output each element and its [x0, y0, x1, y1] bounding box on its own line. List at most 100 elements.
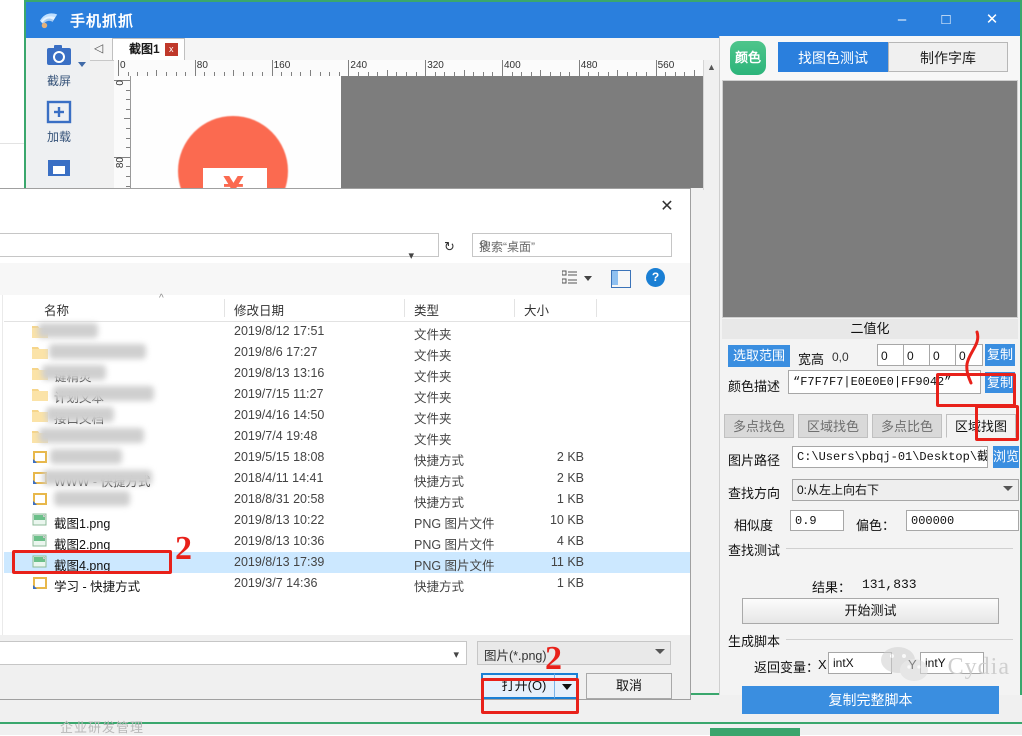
file-modified-date: 2018/4/11 14:41 [234, 471, 324, 485]
column-header: 名称 ^ 修改日期 类型 大小 [4, 293, 690, 322]
tab-multi-point-compare[interactable]: 多点比色 [872, 414, 942, 438]
color-offset-input[interactable]: 000000 [906, 510, 1019, 531]
bin-value-2[interactable]: 0 [929, 344, 957, 366]
tab-close-icon[interactable]: x [164, 43, 178, 57]
file-modified-date: 2019/5/15 18:08 [234, 450, 325, 464]
return-var-label: 返回变量： [754, 660, 820, 675]
search-input[interactable]: 搜索“桌面” ⚲ [472, 233, 672, 257]
redacted-file-name [42, 365, 106, 380]
column-header-size[interactable]: 大小 [524, 300, 549, 319]
column-divider[interactable] [404, 299, 405, 317]
close-button[interactable]: ✕ [970, 6, 1014, 34]
table-row[interactable]: 2018/8/31 20:58 快捷方式 1 KB [4, 489, 690, 510]
file-modified-date: 2019/8/13 13:16 [234, 366, 325, 380]
file-type-select[interactable]: 图片(*.png) [477, 641, 671, 665]
tab-scroll-left-icon[interactable]: ◁ [94, 41, 103, 55]
image-path-input[interactable]: C:\Users\pbqj-01\Desktop\截图 [792, 446, 988, 468]
folder-icon [32, 345, 48, 359]
search-direction-select[interactable]: 0:从左上向右下 [792, 479, 1019, 501]
chevron-down-icon[interactable] [78, 62, 86, 67]
copy-full-script-button[interactable]: 复制完整脚本 [742, 686, 999, 714]
table-row[interactable]: 2019/8/6 17:27 文件夹 [4, 342, 690, 363]
table-row[interactable]: WWW - 快捷方式2018/4/11 14:41快捷方式2 KB [4, 468, 690, 489]
search-direction-value: 0:从左上向右下 [797, 483, 880, 497]
bin-value-0[interactable]: 0 [877, 344, 905, 366]
column-divider[interactable] [224, 299, 225, 317]
app-title: 手机抓抓 [70, 13, 135, 30]
dialog-close-icon[interactable]: ✕ [652, 195, 682, 219]
table-row[interactable]: 截图2.png 2019/8/13 10:36 PNG 图片文件 4 KB [4, 531, 690, 552]
find-test-group-divider [786, 548, 1013, 549]
filename-input[interactable]: ▾ [0, 641, 467, 665]
table-row[interactable]: 2019/8/12 17:51 文件夹 [4, 321, 690, 342]
address-input[interactable]: ▾ [0, 233, 439, 262]
tab-screenshot1[interactable]: 截图1 x [112, 38, 185, 60]
tab-multi-point-color[interactable]: 多点找色 [724, 414, 794, 438]
view-mode-icon[interactable] [562, 270, 578, 286]
ruler-label: 480 [580, 60, 598, 71]
ruler-label: 560 [657, 60, 675, 71]
column-divider[interactable] [596, 299, 597, 317]
toolbar-item-screenshot[interactable]: 截屏 [28, 44, 90, 89]
chevron-down-icon[interactable]: ▾ [408, 249, 414, 262]
search-direction-label: 查找方向 [728, 486, 781, 501]
table-row[interactable]: 接口文档2019/4/16 14:50文件夹 [4, 405, 690, 426]
table-row[interactable]: 学习 - 快捷方式 2019/3/7 14:36 快捷方式 1 KB [4, 573, 690, 594]
column-header-type[interactable]: 类型 [414, 300, 439, 319]
cancel-button[interactable]: 取消 [586, 673, 672, 699]
browse-button[interactable]: 浏览 [993, 446, 1019, 468]
select-range-button[interactable]: 选取范围 [728, 345, 790, 367]
file-type: 文件夹 [414, 412, 452, 426]
color-badge[interactable]: 颜色 [730, 41, 766, 75]
ruler-minor-tick [126, 147, 130, 149]
preview-area[interactable] [722, 80, 1018, 318]
left-toolbar: 截屏 加载 [28, 38, 90, 198]
ruler-minor-tick [126, 108, 130, 110]
file-type: 文件夹 [414, 349, 452, 363]
file-type: 快捷方式 [414, 496, 465, 510]
dialog-toolbar: ? [0, 263, 690, 296]
table-row[interactable]: 键精灵2019/8/13 13:16文件夹 [4, 363, 690, 384]
title-bar: 手机抓抓 – □ ✕ [26, 2, 1020, 38]
preview-pane-icon[interactable] [611, 270, 631, 288]
file-type-value: 图片(*.png) [484, 649, 547, 663]
add-image-icon [46, 100, 72, 124]
shortcut-icon [32, 576, 48, 590]
table-row[interactable]: 计划文本2019/7/15 11:27文件夹 [4, 384, 690, 405]
tab-find-color-test[interactable]: 找图色测试 [778, 42, 888, 72]
chevron-down-icon[interactable] [584, 276, 592, 281]
ruler-label: 400 [504, 60, 521, 71]
wh-value: 0,0 [832, 350, 849, 364]
refresh-icon[interactable]: ↻ [444, 239, 455, 255]
file-modified-date: 2018/8/31 20:58 [234, 492, 325, 506]
table-row[interactable]: 2019/5/15 18:08 快捷方式 2 KB [4, 447, 690, 468]
tab-make-font-library[interactable]: 制作字库 [888, 42, 1008, 72]
column-divider[interactable] [514, 299, 515, 317]
similarity-input[interactable]: 0.9 [790, 510, 844, 531]
column-header-name[interactable]: 名称 [44, 300, 69, 319]
table-row[interactable]: 截图1.png 2019/8/13 10:22 PNG 图片文件 10 KB [4, 510, 690, 531]
bin-value-1[interactable]: 0 [903, 344, 931, 366]
image-canvas[interactable]: ¥ [131, 76, 728, 188]
start-test-button[interactable]: 开始测试 [742, 598, 999, 624]
tab-area-color[interactable]: 区域找色 [798, 414, 868, 438]
search-icon[interactable]: ⚲ [479, 238, 665, 252]
canvas-image: ¥ [131, 76, 341, 188]
file-size: 11 KB [550, 555, 584, 569]
maximize-button[interactable]: □ [924, 6, 968, 34]
result-value: 131,833 [862, 577, 917, 592]
toolbar-item-load[interactable]: 加载 [28, 100, 90, 145]
canvas-vertical-scrollbar[interactable]: ▲ [703, 60, 720, 190]
help-icon[interactable]: ? [646, 268, 665, 287]
file-size: 4 KB [556, 534, 584, 548]
chevron-down-icon[interactable]: ▾ [453, 648, 459, 661]
cydia-watermark: Cydia [947, 654, 1010, 680]
column-header-date[interactable]: 修改日期 [234, 300, 284, 319]
redacted-file-name [50, 449, 122, 464]
table-row[interactable]: 2019/7/4 19:48 文件夹 [4, 426, 690, 447]
background-green-divider [0, 722, 1022, 724]
file-size: 2 KB [556, 450, 584, 464]
scroll-up-icon[interactable]: ▲ [704, 60, 719, 74]
minimize-button[interactable]: – [880, 6, 924, 34]
toolbar-item-save[interactable] [28, 158, 90, 181]
